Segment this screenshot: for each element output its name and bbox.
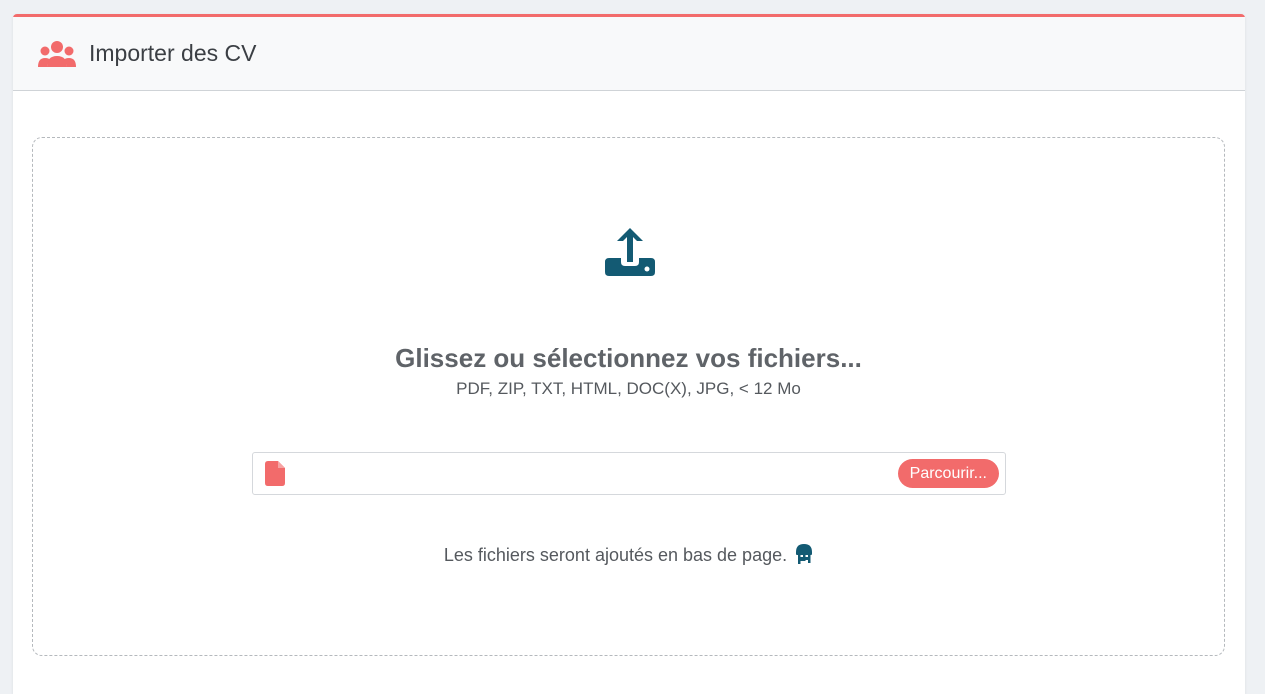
page-title: Importer des CV [89,40,257,66]
browse-button[interactable]: Parcourir... [897,459,999,488]
dropzone-heading: Glissez ou sélectionnez vos fichiers... [395,343,862,373]
users-icon [37,39,77,69]
file-icon [265,461,285,486]
info-note-text: Les fichiers seront ajoutés en bas de pa… [443,545,788,565]
info-icon[interactable] [795,544,813,564]
accepted-formats: PDF, ZIP, TXT, HTML, DOC(X), JPG, < 12 M… [456,379,801,398]
upload-icon [603,226,657,284]
file-dropzone[interactable]: Glissez ou sélectionnez vos fichiers... … [32,137,1225,656]
card-header: Importer des CV [13,17,1245,91]
import-cv-card: Importer des CV Glissez ou sélectionnez … [13,14,1245,694]
info-note: Les fichiers seront ajoutés en bas de pa… [33,544,1224,566]
file-input-field[interactable]: Parcourir... [252,452,1006,495]
